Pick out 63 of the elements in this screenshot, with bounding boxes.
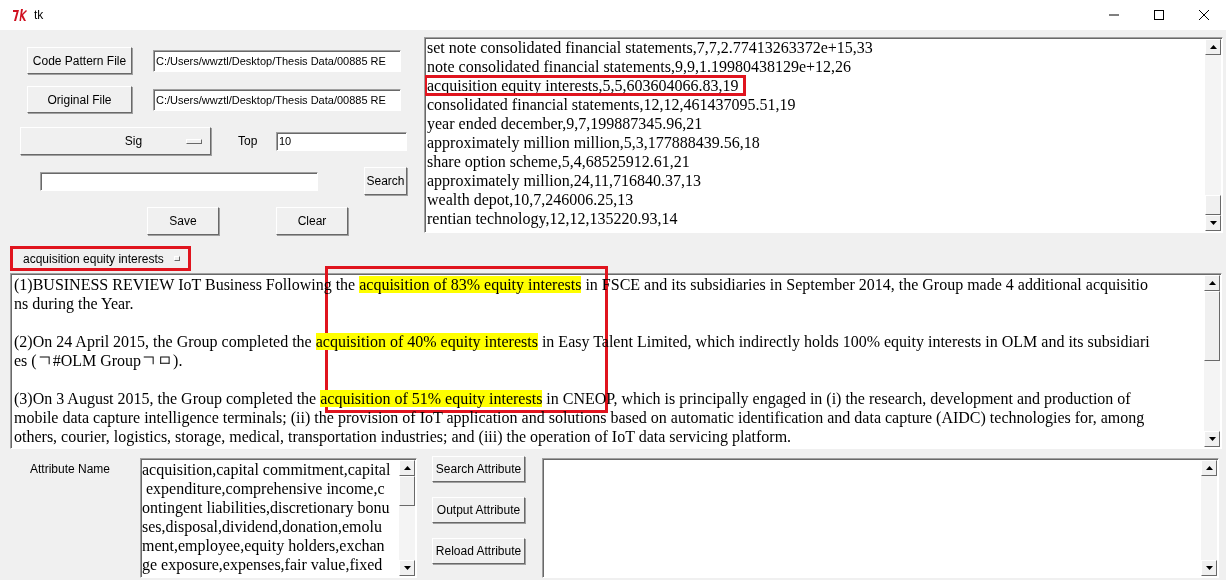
window-title: tk	[34, 8, 44, 22]
scroll-up-button[interactable]	[1205, 39, 1221, 55]
caret-up-icon	[403, 466, 411, 470]
maximize-icon	[1153, 10, 1164, 20]
result-line: wealth depot,10,7,246006.25,13	[426, 190, 635, 209]
menu-indicator-icon	[173, 256, 180, 261]
scroll-down-button[interactable]	[1204, 431, 1220, 447]
attribute-text: ses,disposal,dividend,donation,emolu	[142, 518, 382, 535]
top-field[interactable]: 10	[276, 131, 407, 151]
result-line: consolidated financial statements,12,12,461437095.51,19	[426, 95, 797, 114]
document-line: es (ㄱ#OLM Groupㄱㅁ).	[14, 352, 183, 369]
attribute-text: expenditure,comprehensive income,c	[145, 480, 385, 497]
scrollbar-thumb[interactable]	[1204, 291, 1220, 361]
scrollbar[interactable]	[399, 460, 415, 576]
caret-down-icon	[403, 566, 411, 570]
result-line: year ended december,9,7,199887345.96,21	[426, 114, 704, 133]
search-field[interactable]	[40, 171, 318, 191]
scrollbar-thumb[interactable]	[1205, 195, 1221, 215]
document-line: ns during the Year.	[14, 295, 134, 312]
path-field[interactable]: C:/Users/wwztl/Desktop/Thesis Data/00885 RE	[153, 88, 401, 111]
scrollbar[interactable]	[1204, 275, 1220, 447]
top-label: Top	[238, 134, 259, 148]
file-button[interactable]: Original File	[27, 86, 132, 113]
scrollbar[interactable]	[1205, 39, 1221, 231]
attribute-button[interactable]: Search Attribute	[432, 456, 525, 482]
caret-down-icon	[1209, 221, 1217, 225]
document-line: mobile data capture intelligence terminals; (ii) the provision of IoT application and solutions based on automatic identification and data capture (AIDC) technologies for, among	[14, 409, 1145, 426]
scroll-down-button[interactable]	[1201, 560, 1217, 576]
result-line: set note consolidated financial statements,7,7,2.77413263372e+15,33	[426, 38, 874, 57]
clear-button[interactable]: Clear	[276, 207, 348, 235]
keyword-dropdown[interactable]: acquisition equity interests	[10, 246, 191, 271]
result-line: approximately million million,5,3,177888439.56,18	[426, 133, 761, 152]
file-button[interactable]: Code Pattern File	[27, 47, 132, 74]
caret-down-icon	[1208, 437, 1216, 441]
scroll-up-button[interactable]	[1204, 275, 1220, 291]
scroll-down-button[interactable]	[399, 560, 415, 576]
mode-dropdown[interactable]: Sig	[20, 127, 211, 155]
scrollbar[interactable]	[1201, 460, 1217, 576]
result-line: note consolidated financial statements,9,9,1.19980438129e+12,26	[426, 57, 853, 76]
search-button[interactable]: Search	[364, 167, 407, 195]
menu-indicator-icon	[186, 138, 202, 144]
result-line: approximately million,24,11,716840.37,13	[426, 171, 703, 190]
caret-up-icon	[1205, 466, 1213, 470]
attribute-button[interactable]: Output Attribute	[432, 497, 525, 523]
attribute-text: acquisition,capital commitment,capital	[142, 461, 391, 478]
close-icon	[1198, 10, 1209, 20]
attribute-label: Attribute Name	[30, 462, 112, 476]
save-button[interactable]: Save	[147, 207, 219, 235]
result-line: rentian technology,12,12,135220.93,14	[426, 209, 679, 228]
scroll-up-button[interactable]	[399, 460, 415, 476]
attribute-button[interactable]: Reload Attribute	[432, 538, 525, 564]
path-field[interactable]: C:/Users/wwztl/Desktop/Thesis Data/00885 RE	[153, 49, 401, 72]
scroll-down-button[interactable]	[1205, 215, 1221, 231]
attribute-text: ontingent liabilities,discretionary bonu	[142, 499, 390, 516]
scrollbar-thumb[interactable]	[399, 476, 415, 506]
result-line: share option scheme,5,4,68525912.61,21	[426, 152, 691, 171]
caret-down-icon	[1205, 566, 1213, 570]
attribute-text: ment,employee,equity holders,exchan	[142, 537, 385, 554]
caret-up-icon	[1209, 45, 1217, 49]
caret-up-icon	[1208, 281, 1216, 285]
attribute-text: ge exposure,expenses,fair value,fixed	[142, 556, 383, 573]
document-line: others, courier, logistics, storage, medical, transportation industries; and (iii) the operation of IoT data servicing platform.	[14, 428, 792, 445]
scroll-up-button[interactable]	[1201, 460, 1217, 476]
